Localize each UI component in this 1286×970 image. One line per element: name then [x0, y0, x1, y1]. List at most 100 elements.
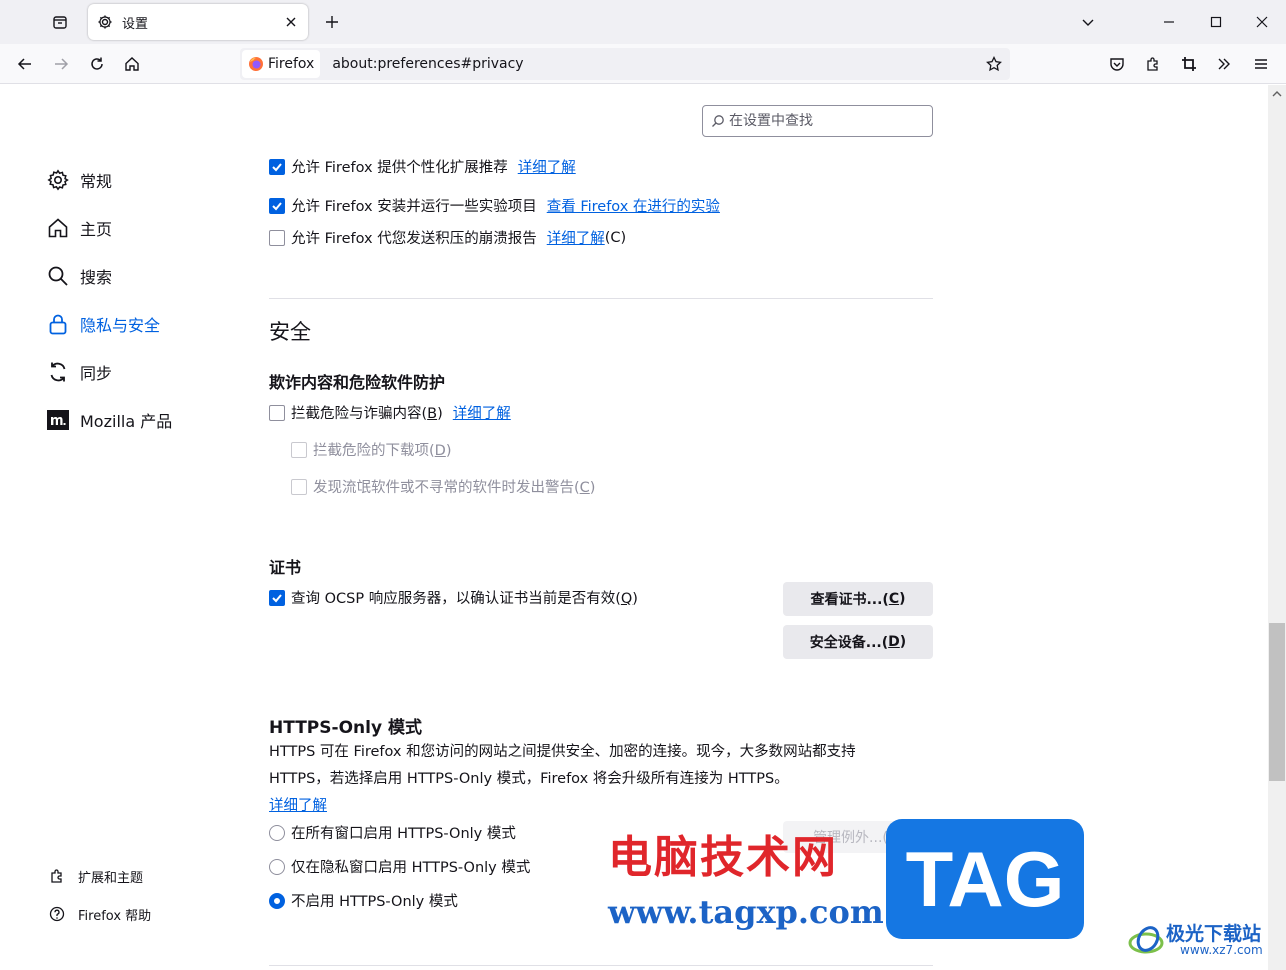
- block-downloads-checkbox[interactable]: [291, 441, 307, 458]
- nav-bar: Firefox about:preferences#privacy: [0, 44, 1286, 84]
- scroll-up-button[interactable]: [1268, 85, 1286, 103]
- block-dangerous-learn-more[interactable]: 详细了解: [453, 402, 511, 423]
- sidebar-item-privacy[interactable]: 隐私与安全: [46, 306, 160, 342]
- watermark-site-url: www.xz7.com: [1180, 943, 1263, 957]
- crash-reports-accesskey: (C): [604, 229, 627, 246]
- puzzle-icon: [48, 867, 66, 885]
- block-dangerous-checkbox[interactable]: [269, 404, 285, 421]
- security-devices-button[interactable]: 安全设备...(D): [783, 625, 933, 659]
- watermark-tag-logo: TAG: [886, 819, 1084, 939]
- block-downloads-row: 拦截危险的下载项(D): [291, 439, 452, 460]
- close-window-button[interactable]: [1239, 0, 1285, 44]
- https-only-desc-line1: HTTPS 可在 Firefox 和您访问的网站之间提供安全、加密的连接。现今，…: [269, 744, 856, 760]
- back-button[interactable]: [11, 50, 39, 78]
- https-all-windows-row[interactable]: 在所有窗口启用 HTTPS-Only 模式: [269, 822, 516, 843]
- https-all-windows-radio[interactable]: [269, 824, 285, 841]
- scrollbar-thumb[interactable]: [1269, 623, 1285, 781]
- chevron-up-icon: [1272, 91, 1282, 97]
- ocsp-checkbox[interactable]: [269, 589, 285, 606]
- block-dangerous-row: 拦截危险与诈骗内容(B) 详细了解: [269, 402, 511, 423]
- home-button[interactable]: [118, 50, 146, 78]
- close-icon[interactable]: [282, 13, 300, 31]
- url-bar[interactable]: Firefox about:preferences#privacy: [240, 48, 1010, 80]
- forward-button[interactable]: [47, 50, 75, 78]
- plus-icon: [326, 16, 338, 28]
- list-all-tabs-button[interactable]: [1074, 8, 1102, 36]
- sidebar-item-home[interactable]: 主页: [46, 210, 112, 246]
- app-menu-button[interactable]: [1247, 50, 1275, 78]
- gear-icon: [96, 13, 114, 31]
- settings-search-input[interactable]: [729, 113, 909, 129]
- sidebar-item-general[interactable]: 常规: [46, 162, 112, 198]
- https-only-heading: HTTPS-Only 模式: [269, 718, 422, 738]
- tab-settings[interactable]: 设置: [88, 4, 308, 40]
- sidebar-extensions-link[interactable]: 扩展和主题: [48, 864, 143, 888]
- https-private-windows-row[interactable]: 仅在隐私窗口启用 HTTPS-Only 模式: [269, 856, 530, 877]
- firefox-view-button[interactable]: [46, 8, 74, 36]
- section-divider: [269, 298, 933, 299]
- ocsp-row: 查询 OCSP 响应服务器，以确认证书当前是否有效(Q): [269, 587, 638, 608]
- recommend-extensions-label: 允许 Firefox 提供个性化扩展推荐: [291, 160, 508, 176]
- sidebar-extensions-label: 扩展和主题: [78, 870, 144, 886]
- certificates-heading: 证书: [269, 558, 302, 577]
- sidebar-item-label: 搜索: [80, 268, 113, 287]
- sidebar-item-mozilla[interactable]: Mozilla 产品: [46, 402, 172, 438]
- sidebar-help-label: Firefox 帮助: [78, 908, 152, 924]
- https-off-row[interactable]: 不启用 HTTPS-Only 模式: [269, 890, 458, 911]
- new-tab-button[interactable]: [318, 8, 346, 36]
- reload-icon: [91, 57, 103, 70]
- https-off-radio[interactable]: [269, 892, 285, 909]
- https-only-learn-more[interactable]: 详细了解: [269, 794, 327, 815]
- maximize-button[interactable]: [1193, 0, 1239, 44]
- puzzle-icon: [1147, 57, 1158, 71]
- bookmark-star-icon[interactable]: [980, 50, 1008, 78]
- studies-checkbox[interactable]: [269, 197, 285, 214]
- watermark-site-logo: 极光下载站 www.xz7.com: [1128, 917, 1268, 965]
- sidebar-item-sync[interactable]: 同步: [46, 354, 112, 390]
- settings-search-box[interactable]: [702, 105, 933, 137]
- view-certificates-button[interactable]: 查看证书...(C): [783, 582, 933, 616]
- warn-unwanted-row: 发现流氓软件或不寻常的软件时发出警告(C): [291, 476, 595, 497]
- arrow-left-icon: [17, 58, 31, 70]
- pocket-button[interactable]: [1103, 50, 1131, 78]
- crash-reports-checkbox[interactable]: [269, 229, 285, 246]
- https-private-windows-radio[interactable]: [269, 858, 285, 875]
- watermark-site-name: 极光下载站: [1166, 923, 1262, 945]
- sidebar-help-link[interactable]: Firefox 帮助: [48, 902, 151, 926]
- sidebar-item-search[interactable]: 搜索: [46, 258, 112, 294]
- watermark-url-text: www.tagxp.com: [608, 893, 884, 931]
- extensions-button[interactable]: [1139, 50, 1167, 78]
- phishing-heading: 欺诈内容和危险软件防护: [269, 373, 446, 392]
- view-studies-link[interactable]: 查看 Firefox 在进行的实验: [547, 195, 720, 216]
- url-text[interactable]: about:preferences#privacy: [332, 56, 980, 72]
- aurora-logo-icon: [1128, 926, 1164, 954]
- warn-unwanted-label: 发现流氓软件或不寻常的软件时发出警告(C): [313, 480, 596, 496]
- minimize-button[interactable]: [1146, 0, 1192, 44]
- overflow-button[interactable]: [1210, 50, 1238, 78]
- search-icon: [712, 115, 724, 127]
- crash-reports-learn-more[interactable]: 详细了解: [547, 227, 605, 248]
- home-icon: [46, 216, 70, 240]
- watermark-cn-text: 电脑技术网: [608, 832, 838, 883]
- firefox-view-icon: [53, 16, 67, 29]
- reload-button[interactable]: [83, 50, 111, 78]
- https-off-label: 不启用 HTTPS-Only 模式: [291, 894, 458, 910]
- https-all-windows-label: 在所有窗口启用 HTTPS-Only 模式: [291, 826, 516, 842]
- lock-icon: [46, 312, 70, 336]
- content-scrollbar[interactable]: [1268, 85, 1286, 970]
- identity-label: Firefox: [268, 56, 315, 72]
- recommend-extensions-learn-more[interactable]: 详细了解: [518, 157, 576, 177]
- recommend-extensions-checkbox[interactable]: [269, 158, 285, 175]
- https-private-windows-label: 仅在隐私窗口启用 HTTPS-Only 模式: [291, 860, 531, 876]
- double-chevron-right-icon: [1218, 58, 1230, 70]
- screenshot-button[interactable]: [1175, 50, 1203, 78]
- crop-icon: [1182, 57, 1196, 71]
- tab-title: 设置: [122, 16, 149, 32]
- minimize-icon: [1164, 21, 1174, 23]
- arrow-right-icon: [55, 58, 69, 70]
- identity-box[interactable]: Firefox: [242, 50, 321, 78]
- warn-unwanted-checkbox[interactable]: [291, 478, 307, 495]
- sidebar-item-label: 隐私与安全: [80, 316, 161, 335]
- pocket-icon: [1110, 58, 1124, 71]
- home-icon: [125, 57, 139, 71]
